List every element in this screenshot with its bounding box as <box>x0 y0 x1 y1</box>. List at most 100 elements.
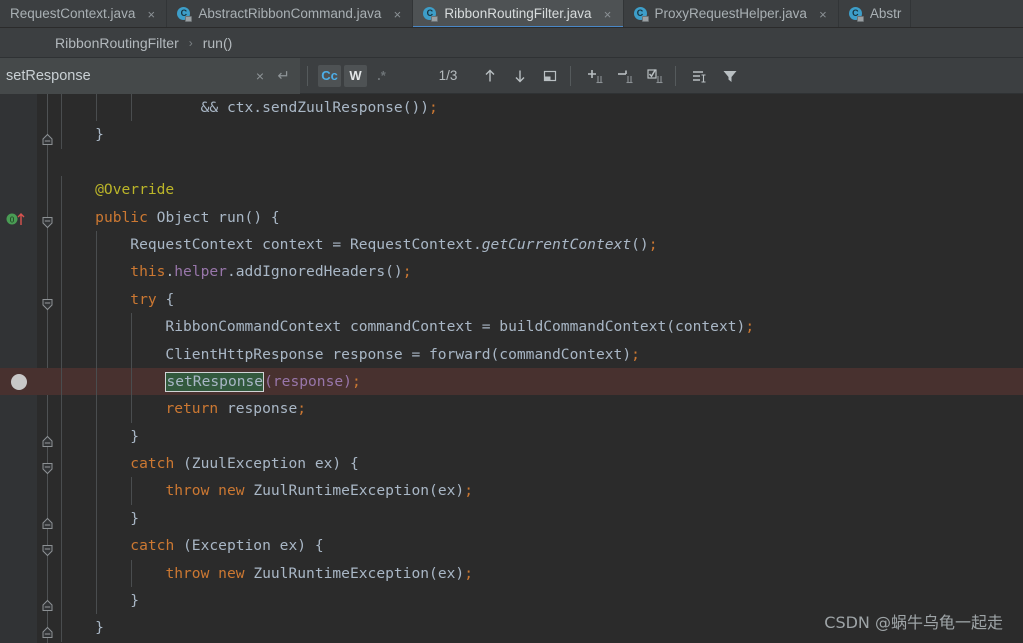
code-line[interactable]: catch (ZuulException ex) { <box>0 450 1023 478</box>
fold-expanded-icon[interactable] <box>41 539 54 557</box>
code-token: } <box>60 509 140 527</box>
match-counter: 1/3 <box>438 68 458 83</box>
code-line[interactable]: } <box>0 121 1023 149</box>
editor-tab[interactable]: C ProxyRequestHelper.java × <box>624 0 839 27</box>
code-line[interactable]: RequestContext context = RequestContext.… <box>0 230 1023 259</box>
code-line-text: RibbonCommandContext commandContext = bu… <box>60 318 754 335</box>
java-class-icon: C <box>848 6 864 22</box>
fold-end-icon[interactable] <box>41 128 54 146</box>
java-class-icon: C <box>423 6 439 22</box>
code-line-text: ClientHttpResponse response = forward(co… <box>60 346 639 363</box>
editor-tab[interactable]: C Abstr <box>839 0 912 27</box>
close-icon[interactable]: × <box>817 8 829 21</box>
whole-words-toggle[interactable]: W <box>344 64 367 87</box>
find-toolbar: × ↵ Cc W .* 1/3 <box>0 57 1023 94</box>
code-token: () <box>631 235 649 253</box>
code-token: { <box>156 290 175 308</box>
editor-tab-label: ProxyRequestHelper.java <box>654 6 807 21</box>
code-line-text: throw new ZuulRuntimeException(ex); <box>60 565 473 582</box>
breakpoint-marker-icon[interactable] <box>11 373 27 390</box>
previous-occurrence-icon[interactable] <box>477 63 503 89</box>
code-content[interactable]: && ctx.sendZuulResponse()); } @Override O… <box>0 94 1023 643</box>
breadcrumb: RibbonRoutingFilter › run() <box>0 28 1023 58</box>
code-token: try <box>130 290 157 308</box>
code-line[interactable]: @Override <box>0 176 1023 204</box>
next-occurrence-icon[interactable] <box>507 63 533 89</box>
fold-end-icon[interactable] <box>41 430 54 447</box>
code-line-text: return response; <box>60 400 306 417</box>
add-selection-next-occurrence-icon[interactable] <box>582 63 608 89</box>
code-token: ; <box>464 482 473 500</box>
override-method-marker-icon[interactable]: O <box>6 209 28 225</box>
code-token: } <box>60 619 104 637</box>
ide-editor-window: RequestContext.java × C AbstractRibbonComma… <box>0 0 1023 643</box>
java-class-icon: C <box>633 6 649 22</box>
code-line[interactable]: && ctx.sendZuulResponse()); <box>0 94 1023 122</box>
code-line[interactable]: try { <box>0 285 1023 314</box>
close-icon[interactable]: × <box>391 8 403 21</box>
code-token: ZuulRuntimeException(ex) <box>244 482 465 500</box>
code-token: Object <box>147 208 219 226</box>
close-icon[interactable]: × <box>602 8 614 21</box>
close-icon[interactable]: × <box>256 69 264 83</box>
editor-tab[interactable]: RequestContext.java × <box>0 0 168 27</box>
fold-expanded-icon[interactable] <box>41 293 54 310</box>
code-editor[interactable]: && ctx.sendZuulResponse()); } @Override O… <box>0 94 1023 643</box>
code-line[interactable]: setResponse(response); <box>0 367 1023 396</box>
breadcrumb-class[interactable]: RibbonRoutingFilter <box>55 35 179 51</box>
select-all-occurrences-icon[interactable] <box>642 63 668 89</box>
code-token: ; <box>351 372 361 390</box>
regex-toggle[interactable]: .* <box>370 65 393 87</box>
code-token: run <box>218 208 245 226</box>
code-line[interactable]: ClientHttpResponse response = forward(co… <box>0 340 1023 368</box>
toolbar-divider-2 <box>570 65 571 86</box>
code-token: && <box>60 99 227 116</box>
code-line[interactable]: return response; <box>0 395 1023 423</box>
code-line[interactable]: RibbonCommandContext commandContext = bu… <box>0 313 1023 341</box>
code-line-text: } <box>60 510 139 527</box>
code-line[interactable]: catch (Exception ex) { <box>0 532 1023 560</box>
breadcrumb-method[interactable]: run() <box>203 35 233 51</box>
fold-end-icon[interactable] <box>41 621 54 639</box>
code-token: . <box>253 99 263 116</box>
fold-expanded-icon[interactable] <box>41 457 54 475</box>
code-line-text: } <box>60 428 139 445</box>
code-token: ()) <box>402 99 430 116</box>
filter-icon[interactable] <box>717 63 743 89</box>
select-all-in-window-icon[interactable] <box>537 63 563 89</box>
code-token: } <box>60 126 104 144</box>
code-token: ; <box>648 235 658 253</box>
close-icon[interactable]: × <box>145 8 157 21</box>
code-line-text: public Object run() { <box>60 209 280 226</box>
code-token: @Override <box>60 181 175 199</box>
match-case-toggle[interactable]: Cc <box>318 64 341 87</box>
code-token: getCurrentContext <box>481 235 632 253</box>
code-token: sendZuulResponse <box>262 99 403 116</box>
code-line[interactable]: } <box>0 504 1023 533</box>
code-line[interactable]: O public Object run() { <box>0 203 1023 231</box>
search-history-icon[interactable]: ↵ <box>277 68 290 83</box>
code-line[interactable] <box>0 149 1023 176</box>
editor-tab-label: RequestContext.java <box>10 6 136 21</box>
code-token: () { <box>244 208 280 226</box>
code-line-text: } <box>60 619 104 636</box>
code-line[interactable]: this.helper.addIgnoredHeaders(); <box>0 258 1023 286</box>
code-line-text: @Override <box>60 181 174 198</box>
fold-end-icon[interactable] <box>41 512 54 529</box>
code-line-text: RequestContext context = RequestContext.… <box>60 235 658 253</box>
editor-tab[interactable]: C AbstractRibbonCommand.java × <box>167 0 414 27</box>
code-line[interactable]: } <box>0 422 1023 451</box>
filter-search-results-icon[interactable] <box>687 63 713 89</box>
code-token: new <box>218 482 245 500</box>
remove-selection-icon[interactable] <box>612 63 638 89</box>
code-line[interactable]: throw new ZuulRuntimeException(ex); <box>0 477 1023 505</box>
fold-end-icon[interactable] <box>41 594 54 612</box>
code-line[interactable]: throw new ZuulRuntimeException(ex); <box>0 559 1023 588</box>
code-token: } <box>60 592 140 610</box>
code-token: (Exception ex) { <box>174 537 324 555</box>
editor-tab[interactable]: C RibbonRoutingFilter.java × <box>413 0 624 27</box>
fold-expanded-icon[interactable] <box>41 211 54 228</box>
